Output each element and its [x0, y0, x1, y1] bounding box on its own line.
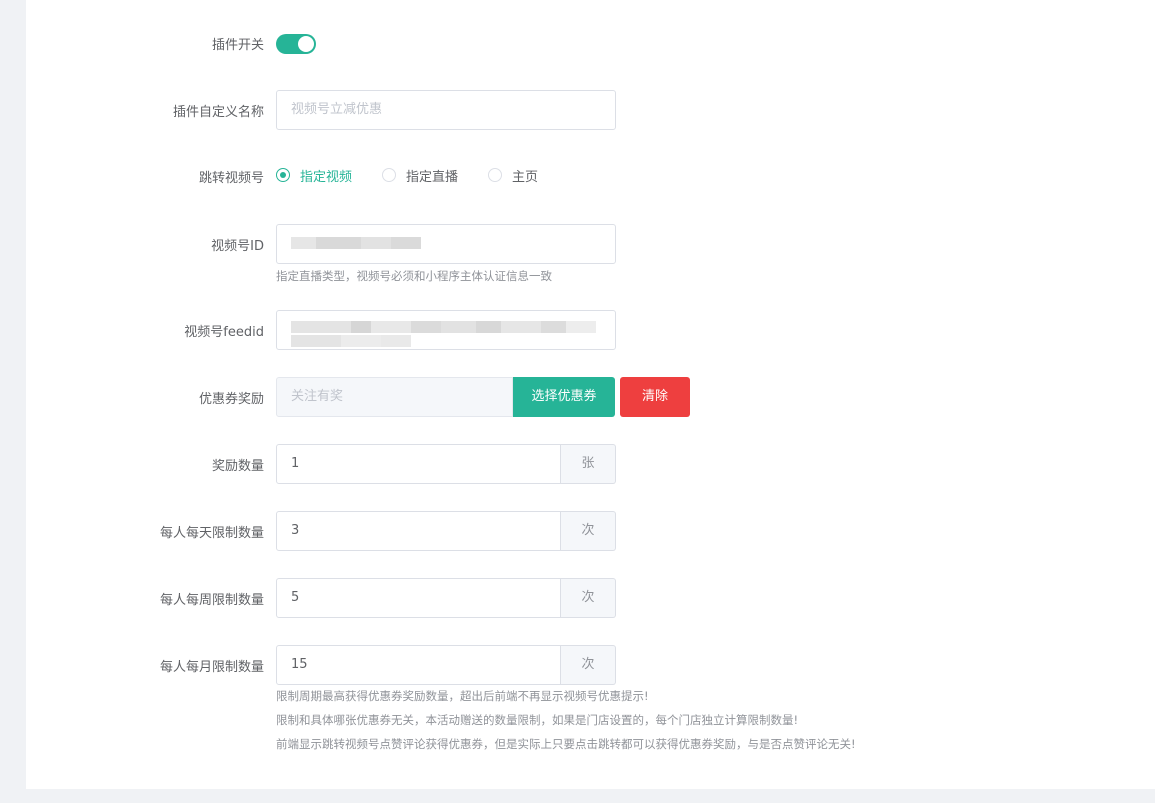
- plugin-switch-label: 插件开关: [211, 38, 264, 53]
- left-gutter: [0, 0, 8, 803]
- jump-target-radio-group: 指定视频 指定直播 主页: [276, 165, 568, 185]
- plugin-toggle[interactable]: [276, 34, 316, 54]
- form-panel: 插件开关 插件自定义名称 视频号立减优惠 跳转视频号 指定视频 指定直播 主页 …: [26, 0, 1155, 789]
- radio-specified-live[interactable]: 指定直播: [382, 166, 458, 185]
- radio-label: 指定直播: [406, 169, 459, 185]
- coupon-reward-label: 优惠券奖励: [198, 392, 264, 407]
- radio-specified-video[interactable]: 指定视频: [276, 166, 352, 185]
- limit-help-2: 限制和具体哪张优惠券无关，本活动赠送的数量限制，如果是门店设置的，每个门店独立计…: [276, 713, 799, 727]
- monthly-limit-input[interactable]: 15: [276, 645, 561, 685]
- radio-label: 指定视频: [300, 169, 353, 185]
- reward-qty-unit: 张: [561, 444, 616, 484]
- feed-id-label: 视频号feedid: [184, 325, 264, 340]
- weekly-limit-unit: 次: [561, 578, 616, 618]
- redacted-value: [291, 311, 601, 347]
- coupon-reward-input: 关注有奖: [276, 377, 513, 417]
- reward-qty-input[interactable]: 1: [276, 444, 561, 484]
- daily-limit-unit: 次: [561, 511, 616, 551]
- weekly-limit-input[interactable]: 5: [276, 578, 561, 618]
- weekly-limit-label: 每人每周限制数量: [159, 593, 264, 608]
- daily-limit-label: 每人每天限制数量: [159, 526, 264, 541]
- custom-name-placeholder: 视频号立减优惠: [291, 102, 383, 117]
- jump-target-label: 跳转视频号: [198, 171, 264, 186]
- select-coupon-button[interactable]: 选择优惠券: [513, 377, 615, 417]
- custom-name-input[interactable]: 视频号立减优惠: [276, 90, 616, 130]
- radio-dot: [488, 168, 503, 182]
- monthly-limit-label: 每人每月限制数量: [159, 660, 264, 675]
- feed-id-input[interactable]: [276, 310, 616, 350]
- channel-id-input[interactable]: [276, 224, 616, 264]
- toggle-knob: [298, 36, 314, 52]
- limit-help-1: 限制周期最高获得优惠券奖励数量，超出后前端不再显示视频号优惠提示!: [276, 689, 649, 703]
- coupon-reward-placeholder: 关注有奖: [291, 389, 344, 404]
- radio-homepage[interactable]: 主页: [488, 166, 538, 185]
- radio-dot: [276, 168, 290, 182]
- clear-button[interactable]: 清除: [620, 377, 690, 417]
- radio-label: 主页: [512, 169, 539, 185]
- custom-name-label: 插件自定义名称: [172, 105, 264, 120]
- radio-dot: [382, 168, 397, 182]
- limit-help-3: 前端显示跳转视频号点赞评论获得优惠券，但是实际上只要点击跳转都可以获得优惠券奖励…: [276, 737, 856, 751]
- daily-limit-input[interactable]: 3: [276, 511, 561, 551]
- reward-qty-label: 奖励数量: [211, 459, 264, 474]
- monthly-limit-unit: 次: [561, 645, 616, 685]
- channel-id-help: 指定直播类型，视频号必须和小程序主体认证信息一致: [276, 269, 552, 283]
- redacted-value: [291, 225, 601, 249]
- channel-id-label: 视频号ID: [211, 239, 264, 254]
